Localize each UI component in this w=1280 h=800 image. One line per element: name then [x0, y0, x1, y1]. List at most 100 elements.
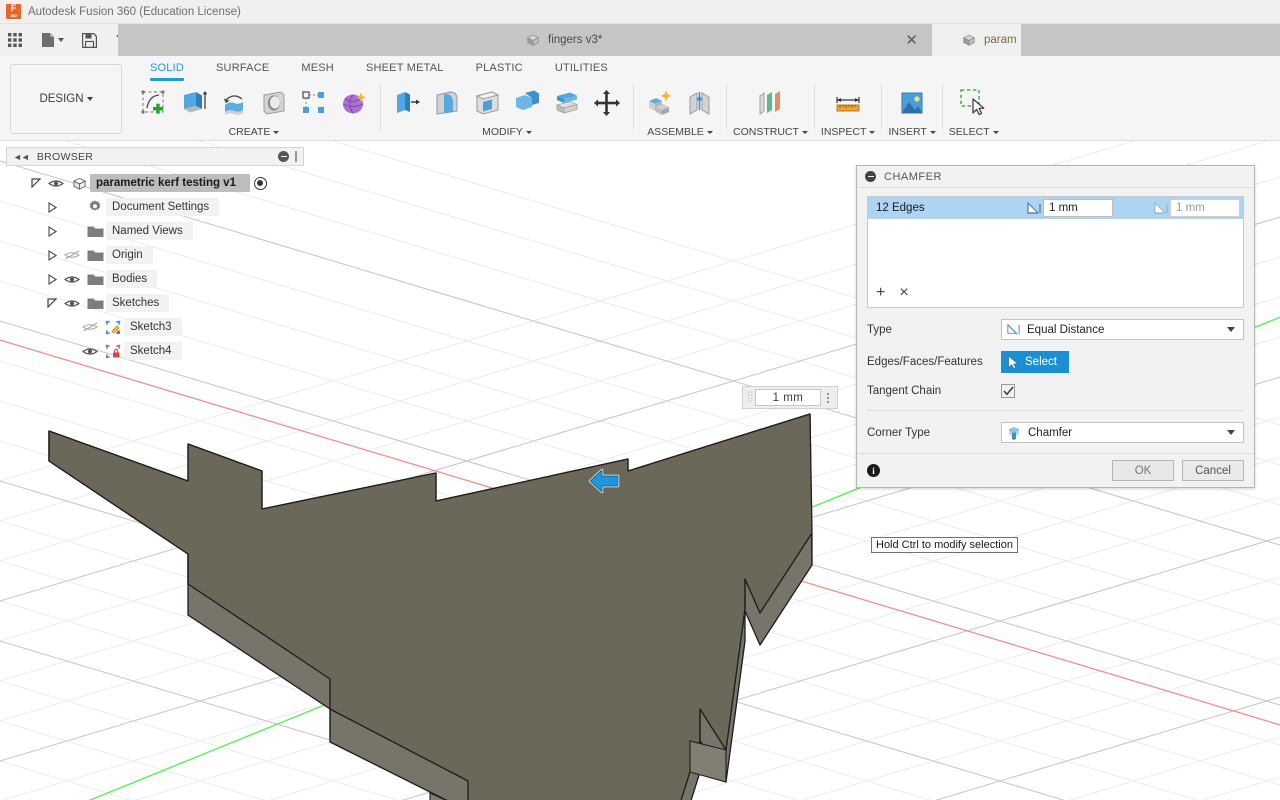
insert-image-icon[interactable] [892, 82, 932, 124]
grid-apps-icon[interactable] [0, 24, 29, 56]
expand-collapse-icon[interactable] [44, 298, 60, 308]
ribbon-panel-modify-label[interactable]: MODIFY [482, 124, 532, 140]
chevron-down-icon[interactable] [1227, 327, 1235, 332]
combine-icon[interactable] [507, 83, 547, 123]
visibility-eye-icon[interactable] [60, 298, 84, 309]
pattern-icon[interactable] [294, 83, 334, 123]
ribbon-panel-select-label[interactable]: SELECT [949, 124, 999, 140]
tab-underline [216, 78, 269, 81]
edge-selection-row[interactable]: 12 Edges 1 mm 1 mm [868, 197, 1243, 219]
activate-component-radio[interactable] [253, 176, 267, 190]
measure-icon[interactable] [828, 82, 868, 124]
tree-item-bodies[interactable]: Bodies [6, 267, 304, 291]
logo-number: 360 [10, 12, 17, 18]
visibility-eye-off-icon[interactable] [60, 249, 84, 261]
move-copy-icon[interactable] [587, 83, 627, 123]
revolve-icon[interactable] [214, 83, 254, 123]
edge-selection-list[interactable]: 12 Edges 1 mm 1 mm + × [867, 196, 1244, 308]
chamfer-dialog-title: CHAMFER [884, 170, 942, 183]
tree-item-named-views[interactable]: Named Views [6, 219, 304, 243]
ribbon-tab-solid[interactable]: SOLID [134, 56, 200, 83]
document-tab-fingers[interactable]: fingers v3* ✕ [512, 24, 932, 56]
corner-type-combo[interactable]: Chamfer [1001, 422, 1244, 443]
distance1-cell[interactable]: 1 mm [1026, 199, 1113, 217]
ribbon-tab-label: SOLID [150, 62, 185, 74]
tree-item-sketches[interactable]: Sketches [6, 291, 304, 315]
add-selection-button[interactable]: + [876, 285, 885, 301]
ribbon-panel-inspect-label[interactable]: INSPECT [821, 124, 876, 140]
panel-label-text: CONSTRUCT [733, 126, 799, 138]
remove-selection-button[interactable]: × [899, 285, 908, 301]
chevron-down-icon[interactable] [1227, 430, 1235, 435]
expand-collapse-icon[interactable] [44, 273, 60, 285]
ok-button[interactable]: OK [1112, 460, 1174, 481]
form-icon[interactable] [334, 83, 374, 123]
new-file-icon[interactable] [29, 24, 70, 56]
fillet-icon[interactable] [427, 83, 467, 123]
close-icon[interactable]: ✕ [901, 33, 922, 48]
canvas-distance-manipulator[interactable]: 1 mm [742, 386, 838, 409]
tree-item-document-settings[interactable]: Document Settings [6, 195, 304, 219]
cancel-button[interactable]: Cancel [1182, 460, 1244, 481]
info-icon[interactable]: i [867, 464, 880, 477]
chamfer-distance-icon-disabled [1154, 201, 1168, 214]
chevron-down-icon [801, 130, 808, 134]
manipulator-grip-icon[interactable] [745, 389, 755, 406]
corner-type-icon [1009, 426, 1019, 440]
canvas-distance-input[interactable]: 1 mm [755, 389, 821, 406]
ribbon-tab-utilities[interactable]: UTILITIES [539, 56, 624, 83]
ribbon-tab-plastic[interactable]: PLASTIC [460, 56, 539, 83]
press-pull-icon[interactable] [387, 83, 427, 123]
ribbon-panel-create-label[interactable]: CREATE [229, 124, 280, 140]
type-combo[interactable]: Equal Distance [1001, 319, 1244, 340]
select-edges-button[interactable]: Select [1001, 351, 1069, 373]
type-label: Type [867, 323, 892, 336]
new-file-caret-icon[interactable] [58, 38, 64, 42]
visibility-eye-off-icon[interactable] [78, 321, 102, 333]
create-sketch-icon[interactable] [134, 83, 174, 123]
tree-item-sketch4[interactable]: Sketch4 [6, 339, 304, 363]
construction-plane-icon[interactable] [750, 83, 790, 123]
panel-resize-grip[interactable] [295, 151, 297, 162]
visibility-eye-icon[interactable] [78, 346, 102, 357]
dialog-divider [867, 410, 1244, 411]
document-tab-param[interactable]: param [948, 24, 1021, 56]
ribbon-panel-select: SELECT [949, 82, 999, 140]
manipulator-options-icon[interactable] [821, 392, 835, 403]
offset-face-icon[interactable] [547, 83, 587, 123]
hole-icon[interactable] [254, 83, 294, 123]
expand-collapse-icon[interactable] [28, 178, 44, 188]
tree-item-sketch3[interactable]: Sketch3 [6, 315, 304, 339]
chamfer-dialog-header[interactable]: CHAMFER [857, 166, 1254, 188]
visibility-eye-icon[interactable] [44, 178, 68, 189]
chamfer-distance1-input[interactable]: 1 mm [1043, 199, 1113, 217]
select-window-icon[interactable] [954, 82, 994, 124]
shell-icon[interactable] [467, 83, 507, 123]
ribbon-panel-construct-label[interactable]: CONSTRUCT [733, 124, 808, 140]
tangent-chain-checkbox[interactable] [1001, 384, 1015, 398]
visibility-eye-icon[interactable] [60, 274, 84, 285]
collapse-left-icon[interactable]: ◄◄ [13, 152, 30, 162]
expand-collapse-icon[interactable] [44, 201, 60, 213]
expand-collapse-icon[interactable] [44, 225, 60, 237]
minimize-icon[interactable] [865, 171, 876, 182]
new-component-icon[interactable] [640, 83, 680, 123]
field-edges-faces-features: Edges/Faces/Features Select [867, 351, 1244, 373]
expand-collapse-icon[interactable] [44, 249, 60, 261]
ribbon-panel-assemble-label[interactable]: ASSEMBLE [647, 124, 713, 140]
workspace-switcher-button[interactable]: DESIGN [10, 64, 122, 134]
extrude-icon[interactable] [174, 83, 214, 123]
ribbon-panel-insert-label[interactable]: INSERT [888, 124, 936, 140]
tree-item-parametric-kerf-testing[interactable]: parametric kerf testing v1 [6, 171, 304, 195]
ribbon-tab-sheet-metal[interactable]: SHEET METAL [350, 56, 460, 83]
browser-minimize-icon[interactable] [278, 151, 289, 162]
tree-item-origin[interactable]: Origin [6, 243, 304, 267]
chevron-down-icon [992, 130, 999, 134]
chevron-down-icon [869, 130, 876, 134]
ribbon-tab-surface[interactable]: SURFACE [200, 56, 285, 83]
joint-icon[interactable] [680, 83, 720, 123]
ribbon-tab-mesh[interactable]: MESH [285, 56, 350, 83]
chevron-down-icon [525, 130, 532, 134]
distance2-cell[interactable]: 1 mm [1153, 199, 1240, 217]
save-icon[interactable] [70, 24, 103, 56]
